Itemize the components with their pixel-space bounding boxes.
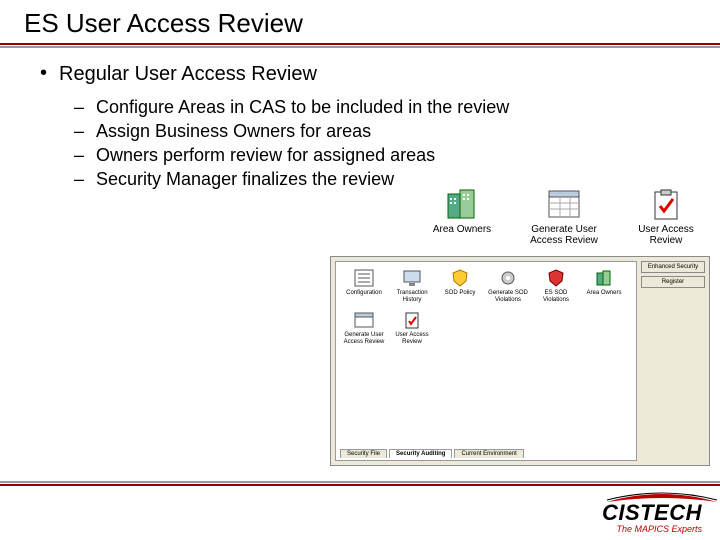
app-icon-label: SOD Policy (445, 290, 476, 297)
subitem-text: Owners perform review for assigned areas (96, 144, 435, 166)
list-icon (353, 268, 375, 288)
icon-label: Area Owners (433, 224, 491, 235)
tab-current-environment[interactable]: Current Environment (454, 449, 523, 458)
dash-marker: – (74, 96, 84, 118)
window-icon (546, 188, 582, 222)
dash-marker: – (74, 144, 84, 166)
app-icon-label: ES SOD Violations (534, 290, 578, 304)
register-button[interactable]: Register (641, 276, 705, 288)
generate-review-icon-block: Generate User Access Review (520, 188, 608, 246)
brand-name: CISTECH (602, 500, 702, 526)
gear-icon (497, 268, 519, 288)
tab-security-file[interactable]: Security File (340, 449, 387, 458)
app-icon-label: Generate User Access Review (342, 332, 386, 346)
monitor-icon (401, 268, 423, 288)
subitem-text: Security Manager finalizes the review (96, 168, 394, 190)
icon-label: Generate User Access Review (520, 224, 608, 246)
logo-block: CISTECH The MAPICS Experts (602, 500, 702, 534)
slide-title: ES User Access Review (24, 8, 720, 39)
window-small-icon (353, 310, 375, 330)
icon-label: User Access Review (622, 224, 710, 246)
clipboard-check-icon (648, 188, 684, 222)
app-icon-label: Transaction History (390, 290, 434, 304)
app-icon-item[interactable]: User Access Review (390, 310, 434, 346)
shield-red-icon (545, 268, 567, 288)
subitem-text: Assign Business Owners for areas (96, 120, 371, 142)
app-icon-item[interactable]: Area Owners (582, 268, 626, 304)
app-icon-item[interactable]: Transaction History (390, 268, 434, 304)
app-icon-item[interactable]: Configuration (342, 268, 386, 304)
bullet-text: Regular User Access Review (59, 62, 317, 86)
subitem-text: Configure Areas in CAS to be included in… (96, 96, 509, 118)
enhanced-security-button[interactable]: Enhanced Security (641, 261, 705, 273)
bullet-marker: • (40, 62, 47, 84)
area-owners-icon-block: Area Owners (418, 188, 506, 235)
app-icon-item[interactable]: ES SOD Violations (534, 268, 578, 304)
dash-marker: – (74, 168, 84, 190)
tab-security-auditing[interactable]: Security Auditing (389, 449, 452, 458)
swoosh-icon (602, 490, 720, 504)
app-window: Configuration Transaction History SOD Po… (330, 256, 710, 466)
app-main-pane: Configuration Transaction History SOD Po… (335, 261, 637, 461)
side-panel: Enhanced Security Register (637, 257, 709, 465)
shield-yellow-icon (449, 268, 471, 288)
app-icon-item[interactable]: Generate User Access Review (342, 310, 386, 346)
dash-marker: – (74, 120, 84, 142)
app-icon-label: User Access Review (390, 332, 434, 346)
user-access-review-icon-block: User Access Review (622, 188, 710, 246)
app-icon-label: Generate SOD Violations (486, 290, 530, 304)
clipboard-small-icon (401, 310, 423, 330)
title-rule-red (0, 43, 720, 45)
building-icon (444, 188, 480, 222)
app-icon-item[interactable]: Generate SOD Violations (486, 268, 530, 304)
footer-rule-red (0, 484, 720, 486)
app-icon-item[interactable]: SOD Policy (438, 268, 482, 304)
app-icon-label: Configuration (346, 290, 382, 297)
feature-icon-strip: Area Owners Generate User Access Review … (418, 188, 710, 246)
footer-rule-grey (0, 481, 720, 483)
building-small-icon (593, 268, 615, 288)
app-icon-label: Area Owners (586, 290, 621, 297)
tab-bar: Security File Security Auditing Current … (340, 449, 524, 458)
